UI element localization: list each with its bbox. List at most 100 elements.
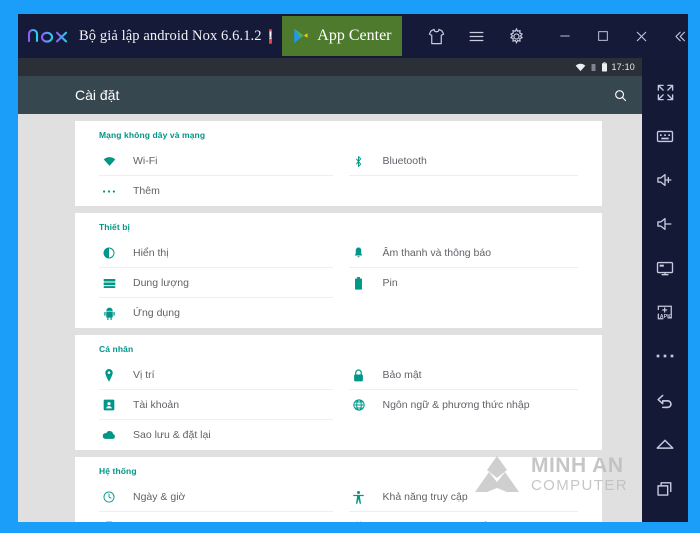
tshirt-icon[interactable] [416,14,456,58]
settings-item-label: In [133,521,142,522]
more-dots-icon[interactable] [642,334,688,378]
install-apk-icon[interactable]: APK [642,290,688,334]
settings-item-sound[interactable]: Âm thanh và thông báo [339,238,603,268]
gear-icon[interactable] [496,14,536,58]
storage-icon [99,278,119,289]
settings-item-apps[interactable]: Ứng dụng [75,298,339,328]
settings-item-label: Thêm [133,185,160,197]
settings-item-label: Wi-Fi [133,155,158,167]
volume-up-icon[interactable] [642,158,688,202]
desktop-backdrop-left [0,0,18,533]
desktop-backdrop-top [0,0,700,14]
braces-icon [349,521,369,522]
settings-item-label: Vị trí [133,369,155,381]
section-header: Mạng không dây và mạng [99,130,206,140]
more-horizontal-icon [99,189,119,194]
wifi-icon [99,156,119,167]
settings-item-label: Pin [382,277,398,289]
title-bar: Bộ giả lập android Nox 6.6.1.2 ! App Cen… [18,14,688,58]
fullscreen-icon[interactable] [642,70,688,114]
bell-icon [349,247,369,259]
android-icon [99,307,119,320]
app-center-tab[interactable]: App Center [282,16,403,56]
settings-item-storage[interactable]: Dung lượng [75,268,339,298]
window-title: Bộ giả lập android Nox 6.6.1.2 [79,27,262,44]
settings-item-location[interactable]: Vị trí [75,360,339,390]
settings-item-label: Khả năng truy cập [382,491,468,503]
nox-logo-icon [26,25,72,47]
android-screen: 17:10 Cài đặt Mạng không dây và mạng Wi-… [18,58,642,522]
settings-section: Hệ thống Ngày & giờ Khả năng truy cập [75,457,602,522]
settings-item-label: Ngôn ngữ & phương thức nhập [382,399,530,411]
home-icon[interactable] [642,422,688,466]
settings-item-battery[interactable]: Pin [339,268,603,298]
android-status-bar: 17:10 [18,58,642,76]
signal-icon [591,63,596,71]
battery-icon [602,62,608,72]
settings-item-label: Dung lượng [133,277,189,289]
battery-icon [349,276,369,290]
settings-item-display[interactable]: Hiển thị [75,238,339,268]
settings-item-wifi[interactable]: Wi-Fi [75,146,339,176]
section-header: Hệ thống [99,466,137,476]
section-rows: Vị trí Bảo mật Tài khoản Ngôn ngữ & phươ… [75,360,602,450]
brightness-icon [99,247,119,259]
settings-section: Mạng không dây và mạng Wi-Fi Bluetooth T… [75,121,602,206]
clock-icon [99,491,119,503]
settings-item-label: Tài khoản [133,399,180,411]
screenshot-icon[interactable] [642,246,688,290]
section-header: Cá nhân [99,344,134,354]
emulator-sidebar: APK [642,58,688,522]
back-icon[interactable] [642,378,688,422]
settings-item-label: Ngày & giờ [133,491,186,503]
wifi-icon [576,63,586,71]
maximize-button[interactable] [584,14,622,58]
settings-item-accounts[interactable]: Tài khoản [75,390,339,420]
printer-icon [99,521,119,522]
settings-list[interactable]: Mạng không dây và mạng Wi-Fi Bluetooth T… [18,114,642,522]
settings-action-bar: Cài đặt [18,76,642,114]
desktop-backdrop-right [688,0,700,533]
settings-item-more[interactable]: Thêm [75,176,339,206]
nox-emulator-window: Bộ giả lập android Nox 6.6.1.2 ! App Cen… [0,0,700,533]
minimize-button[interactable] [546,14,584,58]
close-button[interactable] [622,14,660,58]
settings-section: Cá nhân Vị trí Bảo mật Tài khoản Ngôn ng… [75,335,602,450]
account-card-icon [99,399,119,411]
recents-icon[interactable] [642,466,688,510]
settings-item-label: Bảo mật [382,369,422,381]
globe-icon [349,399,369,411]
keyboard-icon[interactable] [642,114,688,158]
window-controls [546,14,688,58]
settings-item-datetime[interactable]: Ngày & giờ [75,482,339,512]
cloud-icon [99,430,119,440]
google-play-icon [294,28,308,43]
emulator-window: Bộ giả lập android Nox 6.6.1.2 ! App Cen… [18,14,688,522]
settings-item-accessibility[interactable]: Khả năng truy cập [339,482,603,512]
settings-item-label: Bluetooth [382,155,427,167]
section-rows: Hiển thị Âm thanh và thông báo Dung lượn… [75,238,602,328]
section-header: Thiết bị [99,222,131,232]
settings-item-security[interactable]: Bảo mật [339,360,603,390]
titlebar-tools [416,14,536,58]
warning-badge[interactable]: ! [268,28,273,44]
bluetooth-icon [349,155,369,168]
settings-item-language[interactable]: Ngôn ngữ & phương thức nhập [339,390,603,420]
status-time: 17:10 [611,62,635,72]
settings-item-label: Ứng dụng [133,307,180,319]
settings-item-developer[interactable]: Tùy chọn nhà phát triển [339,512,603,522]
settings-section: Thiết bị Hiển thị Âm thanh và thông báo … [75,213,602,328]
volume-down-icon[interactable] [642,202,688,246]
menu-icon[interactable] [456,14,496,58]
collapse-button[interactable] [660,14,688,58]
settings-item-label: Âm thanh và thông báo [382,247,492,259]
app-center-label: App Center [317,27,392,44]
search-icon[interactable] [613,88,628,103]
settings-item-label: Sao lưu & đặt lại [133,429,211,441]
settings-item-print[interactable]: In [75,512,339,522]
accessibility-icon [349,490,369,504]
svg-text:APK: APK [660,314,671,320]
settings-item-backup[interactable]: Sao lưu & đặt lại [75,420,339,450]
settings-item-bluetooth[interactable]: Bluetooth [339,146,603,176]
desktop-backdrop-bottom [0,522,700,533]
